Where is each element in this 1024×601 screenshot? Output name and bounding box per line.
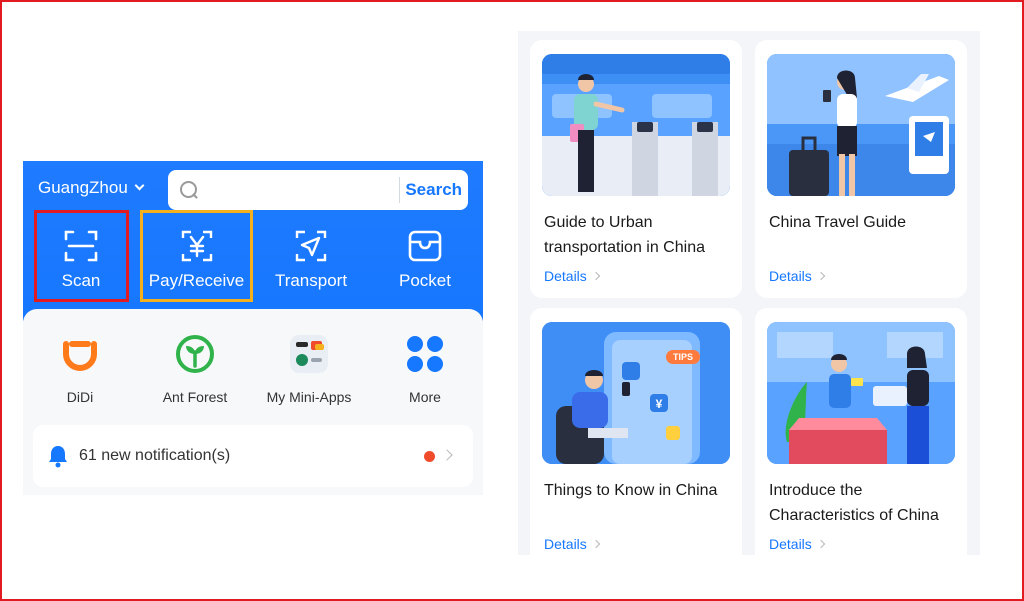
pocket-label: Pocket (399, 271, 451, 290)
city-selector[interactable]: GuangZhou (38, 178, 145, 198)
shopping-counter-illustration (767, 322, 955, 464)
chevron-right-icon (816, 539, 826, 549)
details-label: Details (544, 536, 587, 552)
app-label: More (409, 389, 441, 405)
guide-title: Introduce the Characteristics of China (769, 482, 939, 524)
notification-bar[interactable]: 61 new notification(s) (33, 425, 473, 487)
city-label: GuangZhou (38, 178, 128, 197)
chevron-right-icon (441, 449, 453, 461)
guide-card-urban-transport[interactable]: Guide to Urban transportation in China D… (530, 40, 742, 298)
transport-label: Transport (274, 271, 348, 290)
chevron-right-icon (591, 271, 601, 281)
svg-text:¥: ¥ (656, 397, 663, 411)
alipay-home-panel: GuangZhou Search Scan Pay/Receive Transp… (23, 161, 483, 495)
ant-forest-icon (176, 335, 214, 373)
search-icon (176, 170, 200, 210)
bell-icon (49, 446, 67, 468)
app-ant-forest[interactable]: Ant Forest (140, 334, 250, 405)
guide-card-travel[interactable]: China Travel Guide Details (755, 40, 967, 298)
search-input[interactable] (199, 170, 399, 210)
transport-icon (295, 230, 327, 262)
details-link[interactable]: Details (769, 536, 826, 552)
chevron-down-icon (134, 180, 145, 191)
details-label: Details (769, 536, 812, 552)
app-my-mini-apps[interactable]: My Mini-Apps (254, 334, 364, 405)
app-label: Ant Forest (162, 389, 228, 405)
scan-highlight-box (34, 210, 129, 302)
details-label: Details (544, 268, 587, 284)
wallet-icon (408, 230, 442, 262)
guide-card-characteristics[interactable]: Introduce the Characteristics of China D… (755, 308, 967, 566)
chevron-right-icon (816, 271, 826, 281)
guide-title: China Travel Guide (769, 214, 906, 231)
unread-dot (424, 451, 435, 462)
search-button[interactable]: Search (399, 180, 468, 200)
guide-title: Things to Know in China (544, 482, 718, 499)
guide-title: Guide to Urban transportation in China (544, 214, 705, 256)
search-bar: Search (168, 170, 468, 210)
tips-phone-illustration: TIPS ¥ (542, 322, 730, 464)
guide-grid: Guide to Urban transportation in China D… (518, 31, 980, 566)
details-link[interactable]: Details (544, 268, 601, 284)
pocket-button[interactable]: Pocket (377, 211, 473, 301)
app-label: My Mini-Apps (266, 389, 352, 405)
mini-apps-icon (290, 335, 328, 373)
app-label: DiDi (66, 389, 94, 405)
transport-button[interactable]: Transport (263, 211, 359, 301)
details-link[interactable]: Details (769, 268, 826, 284)
app-didi[interactable]: DiDi (25, 334, 135, 405)
more-icon (407, 336, 443, 372)
pay-receive-highlight-box (140, 210, 253, 302)
airport-illustration (767, 54, 955, 196)
didi-icon (63, 341, 97, 371)
chevron-right-icon (591, 539, 601, 549)
details-label: Details (769, 268, 812, 284)
guide-card-things-to-know[interactable]: TIPS ¥ Things to Know in China Details (530, 308, 742, 566)
notification-text: 61 new notification(s) (79, 447, 231, 464)
app-more[interactable]: More (370, 334, 480, 405)
metro-gate-illustration (542, 54, 730, 196)
details-link[interactable]: Details (544, 536, 601, 552)
svg-text:TIPS: TIPS (673, 352, 693, 362)
